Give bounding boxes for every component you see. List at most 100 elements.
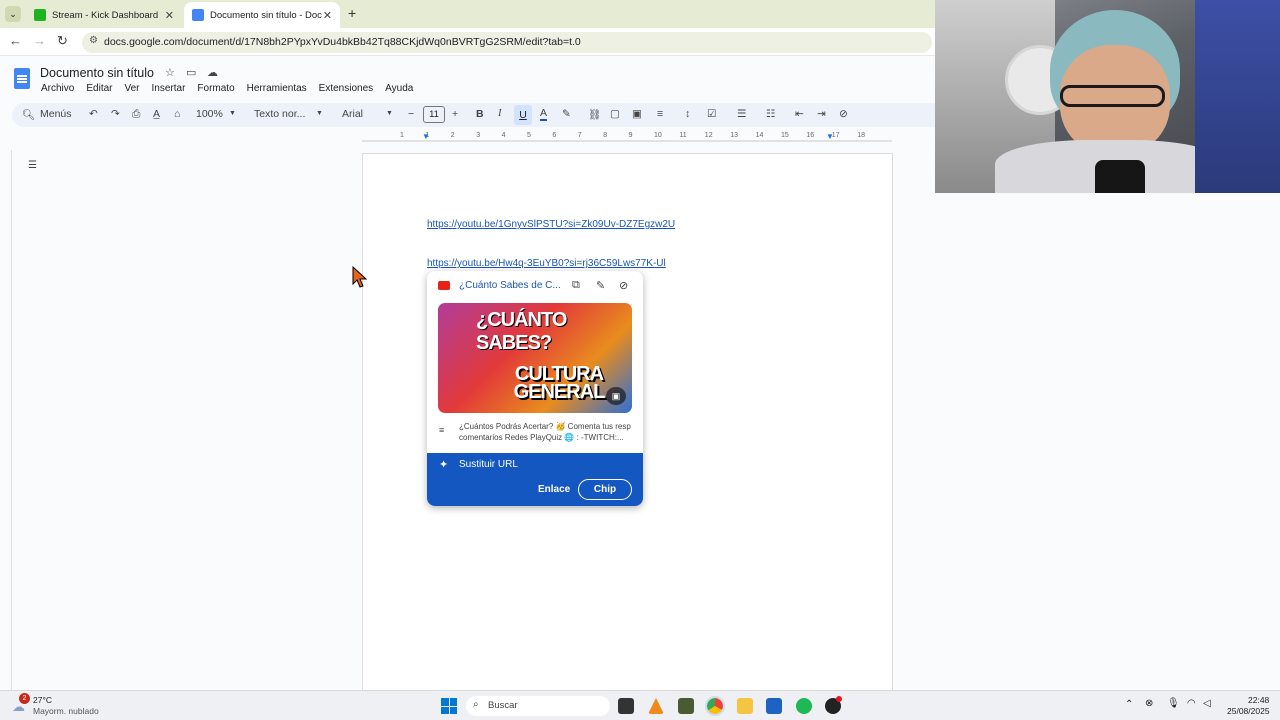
- url-field[interactable]: ⚙ docs.google.com/document/d/17N8bh2PYpx…: [82, 32, 932, 53]
- clock-date[interactable]: 25/08/2025: [1227, 706, 1270, 716]
- right-indent-marker-icon[interactable]: ▼: [826, 132, 834, 141]
- forward-icon[interactable]: →: [33, 33, 46, 48]
- vlc-icon[interactable]: [648, 698, 664, 714]
- cloud-status-icon[interactable]: ☁: [207, 66, 218, 79]
- reload-icon[interactable]: ↻: [57, 33, 68, 49]
- site-info-icon[interactable]: ⚙: [89, 35, 98, 46]
- video-thumbnail[interactable]: ¿CUÁNTO SABES? CULTURA GENERAL ▣: [438, 303, 632, 413]
- bold-icon[interactable]: B: [476, 108, 484, 120]
- preview-title[interactable]: ¿Cuánto Sabes de C...: [459, 280, 561, 291]
- undo-icon[interactable]: ↶: [89, 108, 98, 120]
- unlink-icon[interactable]: ⊘: [619, 279, 628, 292]
- docs-logo-icon[interactable]: [14, 68, 30, 89]
- print-icon[interactable]: ⎙: [132, 108, 140, 121]
- menu-editar[interactable]: Editar: [86, 83, 112, 94]
- font-size-input[interactable]: 11: [423, 106, 445, 123]
- chevron-down-icon: ▼: [229, 110, 236, 117]
- style-select[interactable]: Texto nor...: [254, 108, 305, 120]
- menu-extensiones[interactable]: Extensiones: [319, 83, 373, 94]
- increase-font-icon[interactable]: +: [452, 108, 458, 120]
- picture-in-picture-icon[interactable]: ▣: [606, 387, 626, 405]
- menu-formato[interactable]: Formato: [197, 83, 234, 94]
- clear-formatting-icon[interactable]: ⊘: [839, 108, 848, 120]
- tray-chevron-icon[interactable]: ⌃: [1125, 699, 1133, 710]
- microphone-icon[interactable]: 🎙︎: [1167, 698, 1180, 709]
- star-icon[interactable]: ☆: [165, 66, 175, 79]
- close-icon[interactable]: ✕: [165, 9, 174, 22]
- volume-icon[interactable]: ◁: [1203, 698, 1211, 709]
- weather-badge: 2: [19, 693, 30, 704]
- preview-description: ¿Cuántos Podrás Acertar? 🥳 Comenta tus r…: [459, 421, 635, 443]
- ruler-number: 10: [654, 132, 662, 139]
- menu-insertar[interactable]: Insertar: [152, 83, 186, 94]
- comment-icon[interactable]: ▢: [610, 108, 620, 120]
- sparkle-icon: ✦: [439, 459, 449, 471]
- youtube-link-1[interactable]: https://youtu.be/1GnyvSlPSTU?si=Zk09Uv-D…: [427, 219, 675, 230]
- tray-app-icon[interactable]: ⊗: [1145, 698, 1153, 709]
- chip-option-button[interactable]: Chip: [578, 479, 632, 500]
- minecraft-icon[interactable]: [678, 698, 694, 714]
- redo-icon[interactable]: ↷: [111, 108, 120, 120]
- menu-ayuda[interactable]: Ayuda: [385, 83, 413, 94]
- windows-start-icon[interactable]: [441, 698, 457, 714]
- chevron-down-icon: ▼: [386, 110, 393, 117]
- weather-temp[interactable]: 27°C: [33, 695, 52, 705]
- document-title[interactable]: Documento sin título: [40, 66, 154, 80]
- weather-description[interactable]: Mayorm. nublado: [33, 706, 99, 716]
- move-folder-icon[interactable]: ▭: [186, 66, 196, 79]
- menu-ver[interactable]: Ver: [124, 83, 139, 94]
- file-explorer-icon[interactable]: [737, 698, 753, 714]
- menu-herramientas[interactable]: Herramientas: [247, 83, 307, 94]
- link-option-button[interactable]: Enlace: [538, 484, 570, 495]
- align-icon[interactable]: ≡: [657, 108, 663, 120]
- taskbar-search[interactable]: ⌕ Buscar: [466, 696, 610, 716]
- bulleted-list-icon[interactable]: ☰: [737, 108, 746, 120]
- tab-google-docs[interactable]: Documento sin título - Docume ✕: [184, 2, 340, 28]
- back-icon[interactable]: ←: [9, 33, 22, 48]
- store-icon[interactable]: [766, 698, 782, 714]
- description-line: comentarios Redes PlayQuiz 🌐 : -TWITCH:.…: [459, 433, 624, 442]
- image-icon[interactable]: ▣: [632, 108, 642, 120]
- close-icon[interactable]: ✕: [323, 9, 332, 22]
- increase-indent-icon[interactable]: ⇥: [817, 108, 826, 120]
- ruler-number: 12: [704, 132, 713, 139]
- spellcheck-icon[interactable]: A̲: [153, 108, 160, 120]
- highlight-icon[interactable]: ✎: [562, 108, 571, 120]
- font-select[interactable]: Arial: [342, 108, 363, 120]
- checklist-icon[interactable]: ☑: [707, 108, 716, 120]
- zoom-select[interactable]: 100%: [196, 108, 223, 120]
- tab-kick-dashboard[interactable]: Stream - Kick Dashboard ✕: [26, 2, 182, 28]
- search-icon[interactable]: 🔍︎: [22, 108, 35, 121]
- italic-icon[interactable]: I: [498, 108, 502, 119]
- link-preview-card: ¿Cuánto Sabes de C... ⧉ ✎ ⊘ ¿CUÁNTO SABE…: [427, 271, 643, 506]
- clock-time[interactable]: 22:48: [1248, 695, 1269, 705]
- indent-marker-icon[interactable]: ▼: [422, 132, 430, 141]
- spotify-icon[interactable]: [796, 698, 812, 714]
- link-icon[interactable]: ⛓: [588, 108, 601, 121]
- menu-bar: Archivo Editar Ver Insertar Formato Herr…: [41, 83, 413, 94]
- chrome-icon[interactable]: [705, 696, 725, 716]
- decrease-font-icon[interactable]: −: [408, 108, 414, 120]
- ruler-number: 6: [552, 132, 557, 139]
- menus-search[interactable]: Menús: [40, 108, 72, 120]
- menu-archivo[interactable]: Archivo: [41, 83, 74, 94]
- tab-search-button[interactable]: ⌄: [5, 6, 21, 22]
- copy-icon[interactable]: ⧉: [572, 279, 580, 292]
- ruler-number: 7: [577, 132, 582, 139]
- paint-format-icon[interactable]: ⌂: [174, 108, 180, 120]
- task-view-icon[interactable]: [618, 698, 634, 714]
- wifi-icon[interactable]: ◠: [1187, 698, 1196, 709]
- line-spacing-icon[interactable]: ↕: [685, 108, 690, 120]
- underline-icon[interactable]: U: [514, 105, 532, 125]
- text-color-icon[interactable]: A: [540, 108, 548, 121]
- edit-icon[interactable]: ✎: [596, 279, 605, 292]
- ruler-number: 16: [806, 132, 815, 139]
- url-text: docs.google.com/document/d/17N8bh2PYpxYv…: [104, 36, 581, 48]
- search-placeholder: Buscar: [488, 700, 518, 711]
- numbered-list-icon[interactable]: ☷: [766, 108, 775, 120]
- vertical-ruler: [0, 150, 12, 690]
- decrease-indent-icon[interactable]: ⇤: [795, 108, 804, 120]
- youtube-link-2[interactable]: https://youtu.be/Hw4q-3EuYB0?si=rj36C59L…: [427, 258, 666, 269]
- new-tab-button[interactable]: +: [348, 5, 356, 21]
- outline-icon[interactable]: ☰: [28, 160, 40, 171]
